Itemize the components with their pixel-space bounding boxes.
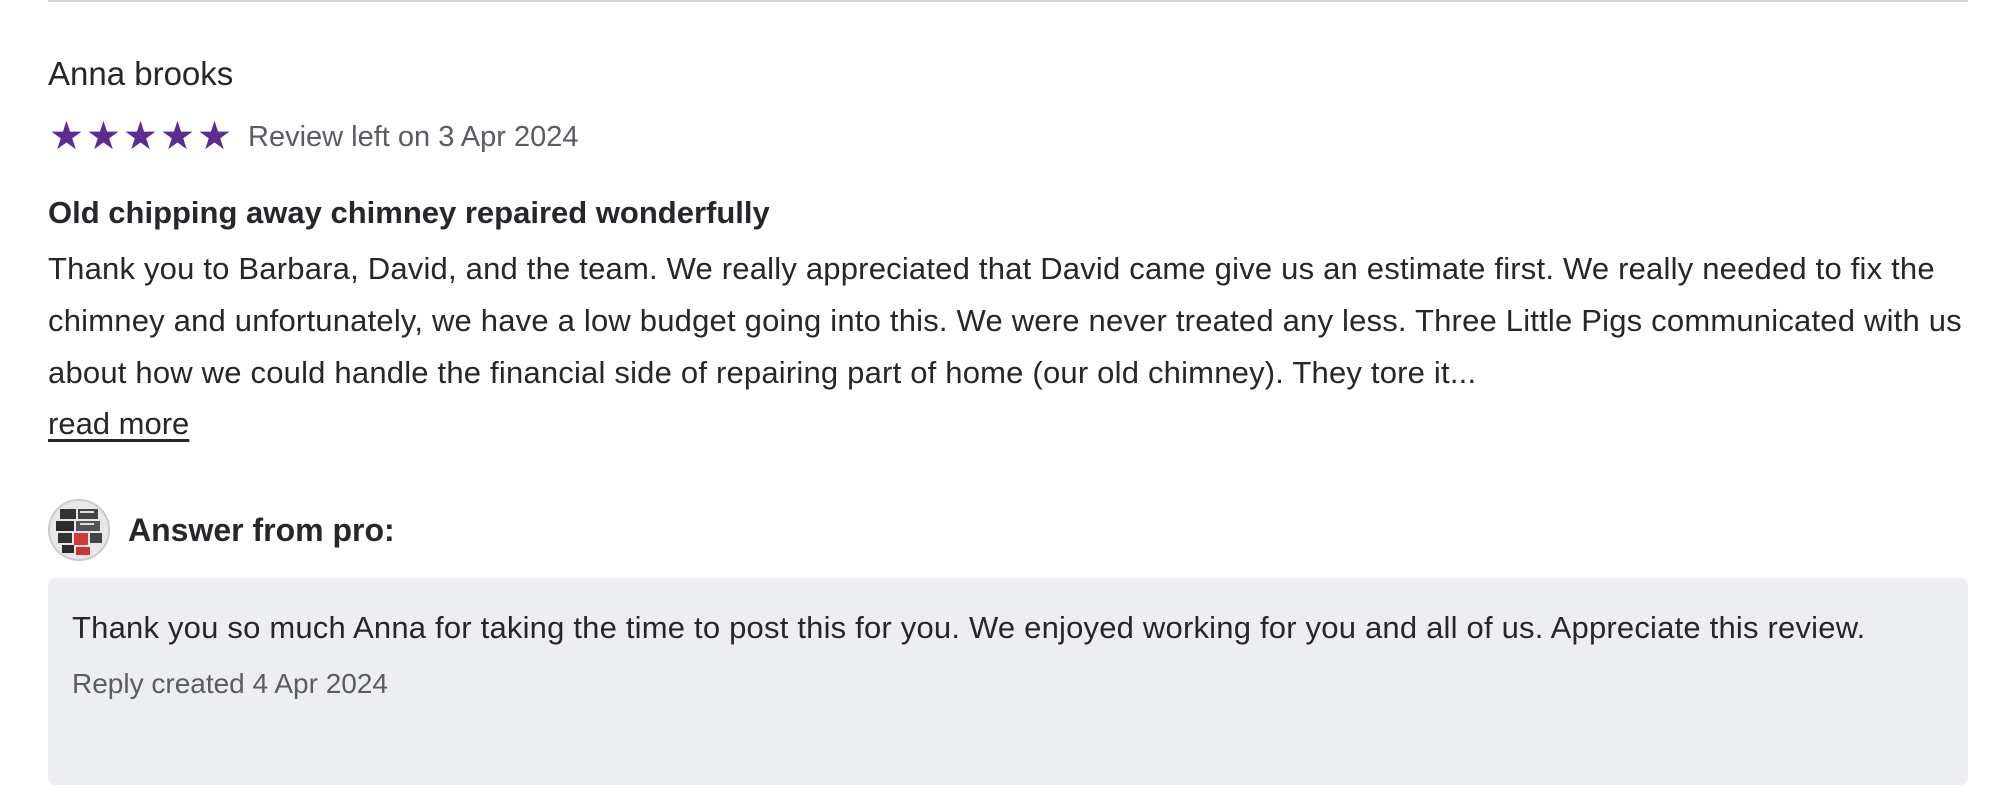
pro-reply-label: Answer from pro:: [128, 511, 395, 548]
pro-reply-text: Thank you so much Anna for taking the ti…: [72, 610, 1866, 645]
company-logo-icon: [48, 499, 110, 561]
star-icon: ★: [86, 114, 121, 159]
review-body: Thank you to Barbara, David, and the tea…: [48, 251, 1962, 390]
review-date: Review left on 3 Apr 2024: [248, 121, 579, 153]
star-icon: ★: [160, 114, 195, 159]
rating-row: ★ ★ ★ ★ ★ Review left on 3 Apr 2024: [48, 116, 578, 158]
star-rating: ★ ★ ★ ★ ★: [48, 116, 233, 158]
review-title: Old chipping away chimney repaired wonde…: [48, 195, 770, 230]
reviewer-name: Anna brooks: [48, 55, 234, 92]
pro-reply-header: Answer from pro:: [48, 497, 395, 563]
star-icon: ★: [123, 114, 158, 159]
star-icon: ★: [49, 114, 84, 159]
read-more-link[interactable]: read more: [48, 398, 189, 450]
star-icon: ★: [197, 114, 232, 159]
divider: [48, 0, 1968, 2]
pro-reply-box: Thank you so much Anna for taking the ti…: [48, 578, 1968, 785]
pro-reply-date: Reply created 4 Apr 2024: [72, 668, 388, 699]
